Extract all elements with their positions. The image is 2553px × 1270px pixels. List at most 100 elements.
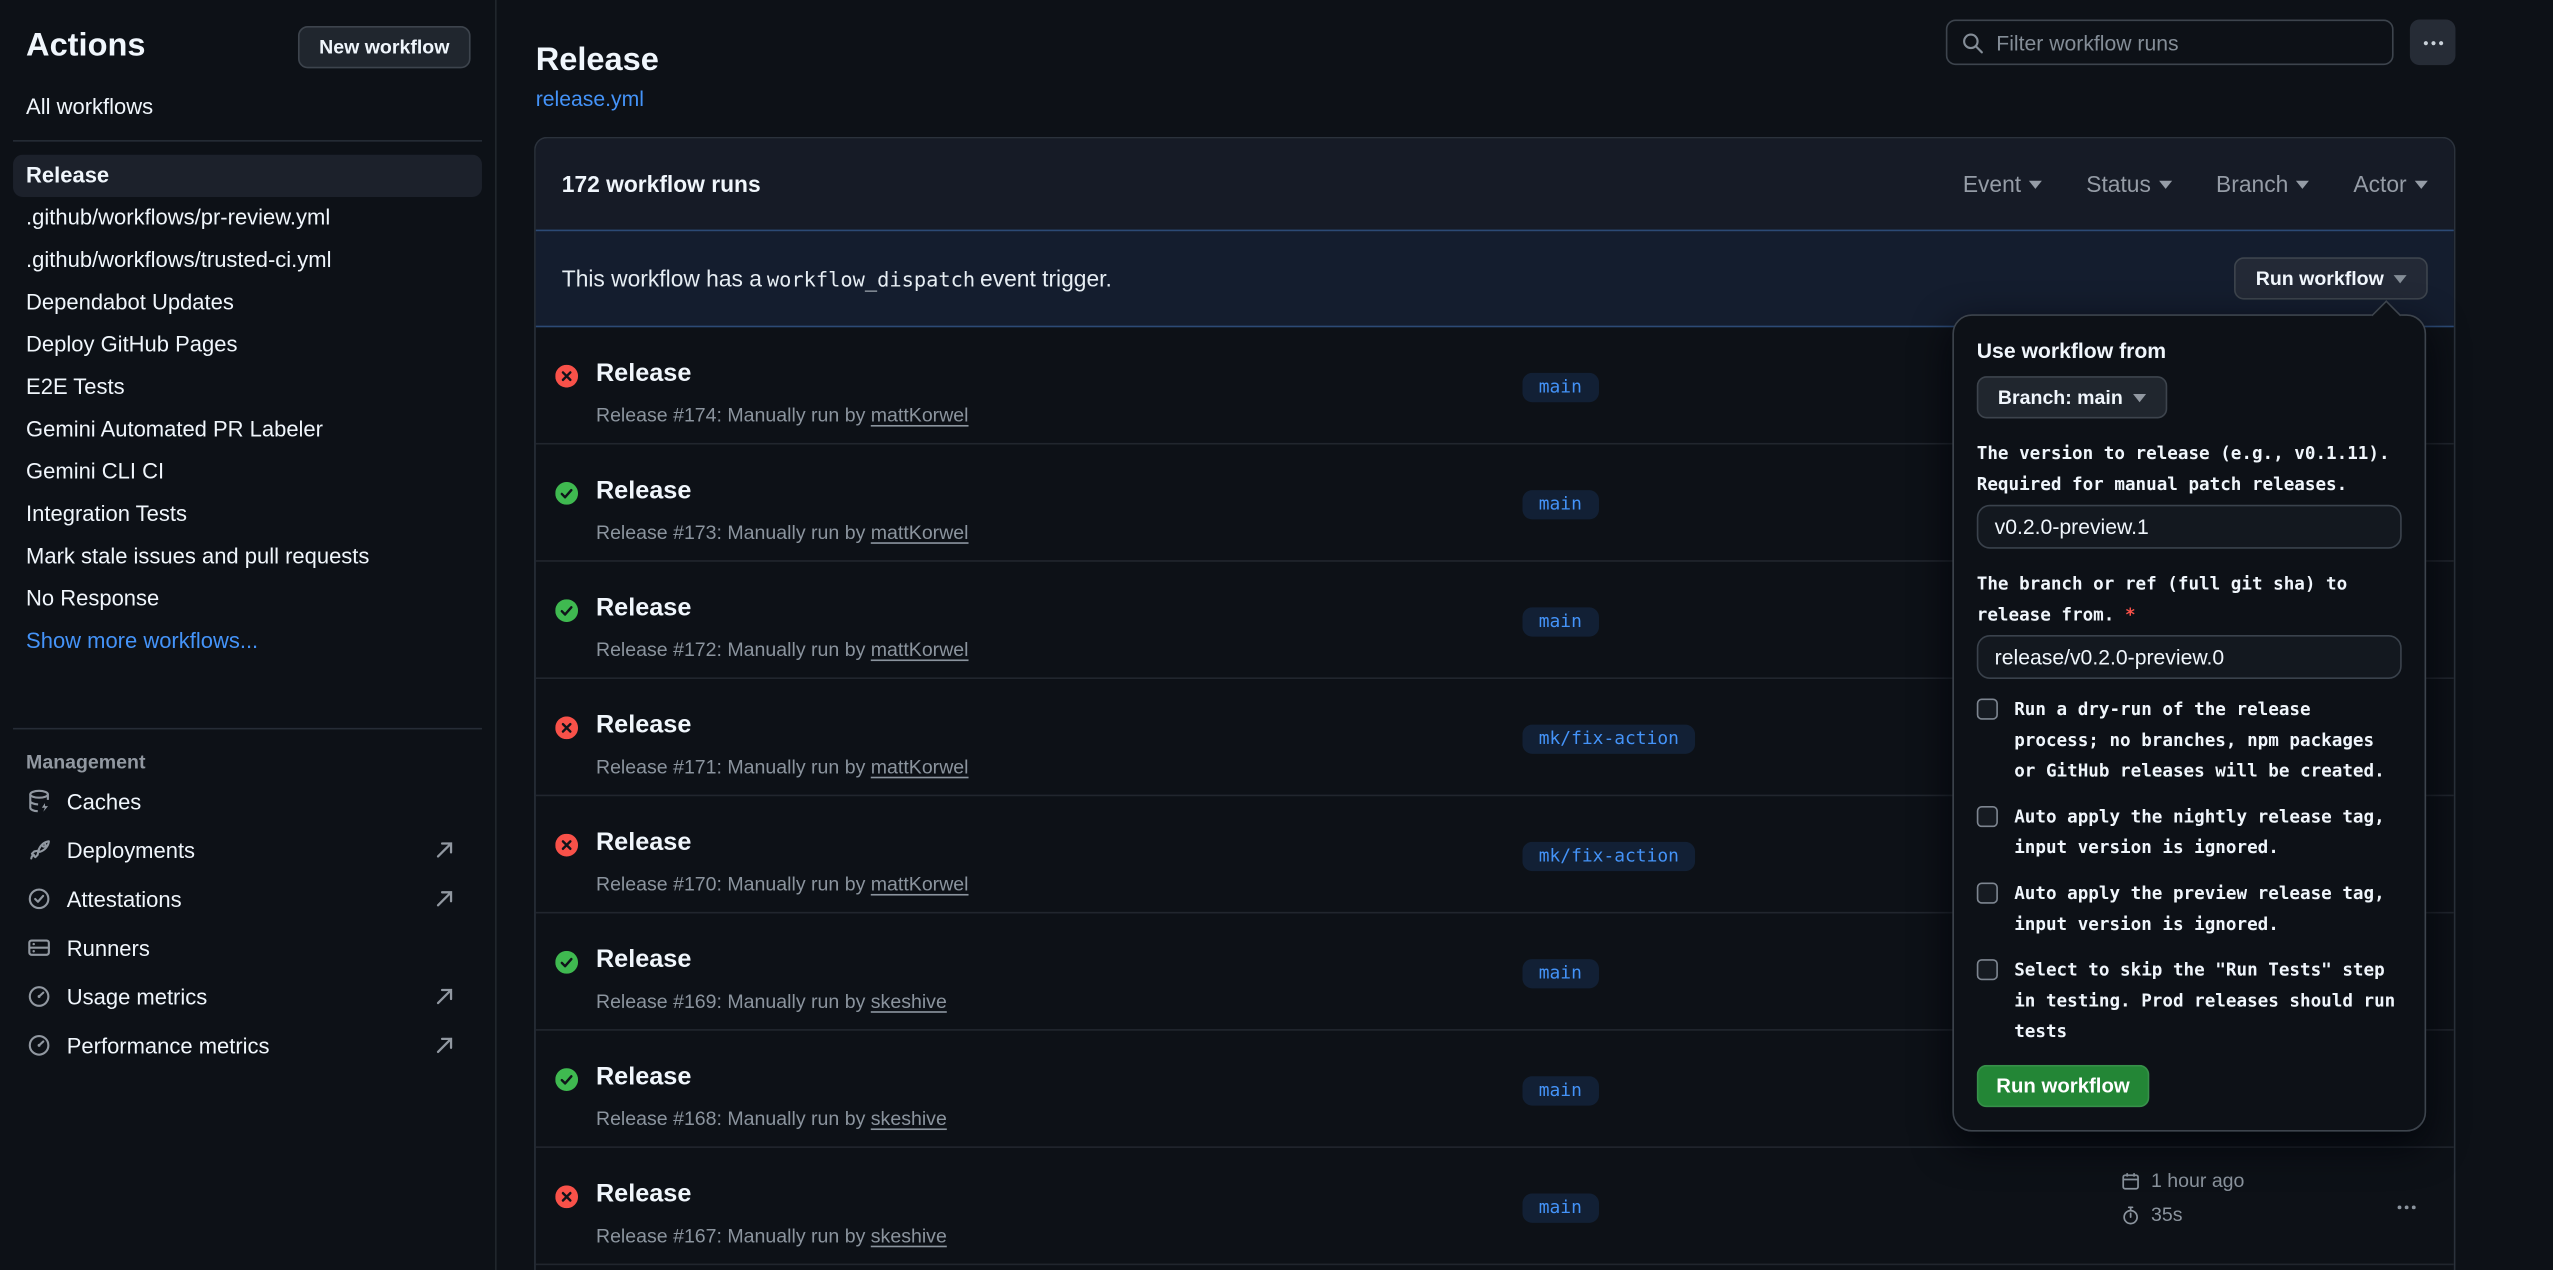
run-title-link[interactable]: Release (596, 477, 691, 506)
checkbox-row: Select to skip the "Run Tests" step in t… (1977, 954, 2402, 1047)
run-actor-link[interactable]: skeshive (871, 990, 947, 1013)
sidebar-item-all-workflows[interactable]: All workflows (26, 94, 469, 118)
filter-label: Branch (2216, 171, 2288, 197)
sidebar-workflow-item[interactable]: Release (13, 155, 482, 197)
run-duration: 35s (2120, 1203, 2244, 1226)
ref-input[interactable] (1977, 635, 2402, 679)
external-link-icon (431, 837, 457, 863)
search-input[interactable] (1947, 21, 2392, 63)
sidebar-workflow-item[interactable]: No Response (0, 578, 495, 620)
branch-pill[interactable]: mk/fix-action (1522, 725, 1695, 754)
sidebar-workflow-item[interactable]: Deploy GitHub Pages (0, 324, 495, 366)
sidebar-divider (13, 140, 482, 142)
sidebar-item-caches[interactable]: Caches (0, 777, 495, 826)
branch-pill[interactable]: main (1522, 1194, 1598, 1223)
rocket-icon (26, 837, 52, 863)
management-section-title: Management (26, 751, 469, 774)
run-description: Release #170: Manually run by mattKorwel (596, 873, 969, 896)
sidebar-workflow-item[interactable]: .github/workflows/trusted-ci.yml (0, 239, 495, 281)
workflow-name: .github/workflows/pr-review.yml (26, 205, 330, 229)
ref-field-label: The branch or ref (full git sha) to rele… (1977, 568, 2402, 630)
page-title: Actions (26, 28, 145, 65)
run-title-link[interactable]: Release (596, 712, 691, 741)
workflow-name: Mark stale issues and pull requests (26, 544, 369, 568)
run-actor-link[interactable]: mattKorwel (871, 521, 969, 544)
run-title-link[interactable]: Release (596, 946, 691, 975)
filter-dropdown-button[interactable]: Branch (2216, 171, 2309, 197)
sidebar-workflow-item[interactable]: Gemini CLI CI (0, 451, 495, 493)
show-more-workflows-link[interactable]: Show more workflows... (0, 620, 495, 661)
check-circle-fill-icon (555, 482, 578, 505)
branch-pill[interactable]: main (1522, 607, 1598, 636)
run-status-icon (555, 482, 578, 505)
sidebar-item-usage-metrics[interactable]: Usage metrics (0, 972, 495, 1021)
sidebar-item-label: Attestations (67, 887, 182, 911)
workflow-name: .github/workflows/trusted-ci.yml (26, 248, 331, 272)
checkbox-label: Select to skip the "Run Tests" step in t… (2014, 954, 2395, 1047)
chevron-down-icon (2415, 180, 2428, 188)
filter-runs-search (1946, 20, 2394, 66)
branch-pill[interactable]: main (1522, 959, 1598, 988)
run-workflow-dropdown-button[interactable]: Run workflow (2235, 257, 2428, 299)
run-actor-link[interactable]: mattKorwel (871, 638, 969, 661)
sidebar-workflow-item[interactable]: .github/workflows/pr-review.yml (0, 197, 495, 239)
chevron-down-icon (2133, 393, 2146, 401)
workflow-file-link[interactable]: release.yml (536, 86, 644, 110)
run-title-link[interactable]: Release (596, 829, 691, 858)
sidebar-item-runners[interactable]: Runners (0, 923, 495, 972)
run-actor-link[interactable]: skeshive (871, 1107, 947, 1130)
filter-dropdown-button[interactable]: Event (1963, 171, 2042, 197)
version-input[interactable] (1977, 505, 2402, 549)
sidebar-workflow-item[interactable]: Mark stale issues and pull requests (0, 536, 495, 578)
filter-dropdown-button[interactable]: Actor (2353, 171, 2427, 197)
filter-dropdown-button[interactable]: Status (2086, 171, 2172, 197)
checkbox-label: Run a dry-run of the release process; no… (2014, 694, 2384, 787)
run-title-link[interactable]: Release (596, 1063, 691, 1092)
external-link-icon (431, 1032, 457, 1058)
run-status-icon (555, 834, 578, 857)
branch-pill[interactable]: main (1522, 1076, 1598, 1105)
filter-label: Event (1963, 171, 2021, 197)
workflow-name: Gemini CLI CI (26, 459, 164, 483)
sidebar-workflow-item[interactable]: E2E Tests (0, 366, 495, 408)
page-kebab-menu-button[interactable] (2410, 20, 2456, 66)
sidebar-item-deployments[interactable]: Deployments (0, 826, 495, 875)
checkbox[interactable] (1977, 959, 1998, 980)
run-description: Release #174: Manually run by mattKorwel (596, 404, 969, 427)
sidebar-item-label: Usage metrics (67, 984, 207, 1008)
branch-select-button[interactable]: Branch: main (1977, 376, 2167, 418)
run-actor-link[interactable]: mattKorwel (871, 404, 969, 427)
sidebar-workflow-item[interactable]: Integration Tests (0, 493, 495, 535)
sidebar-item-performance-metrics[interactable]: Performance metrics (0, 1021, 495, 1070)
checkbox[interactable] (1977, 806, 1998, 827)
sidebar-divider (13, 728, 482, 730)
sidebar-item-attestations[interactable]: Attestations (0, 874, 495, 923)
workflow-name: Integration Tests (26, 502, 187, 526)
run-actor-link[interactable]: mattKorwel (871, 756, 969, 779)
filter-label: Status (2086, 171, 2151, 197)
branch-pill[interactable]: main (1522, 373, 1598, 402)
run-actor-link[interactable]: mattKorwel (871, 873, 969, 896)
checkbox[interactable] (1977, 883, 1998, 904)
branch-pill[interactable]: mk/fix-action (1522, 842, 1695, 871)
run-workflow-submit-button[interactable]: Run workflow (1977, 1065, 2150, 1107)
run-actor-link[interactable]: skeshive (871, 1224, 947, 1247)
actions-page: Actions New workflow All workflows Relea… (0, 0, 2553, 1270)
sidebar-workflow-item[interactable]: Dependabot Updates (0, 282, 495, 324)
run-title-link[interactable]: Release (596, 1181, 691, 1210)
runs-panel-header: 172 workflow runs Event Status Branch (536, 138, 2454, 229)
workflow-dispatch-banner: This workflow has a workflow_dispatch ev… (536, 230, 2454, 328)
chevron-down-icon (2296, 180, 2309, 188)
chevron-down-icon (2029, 180, 2042, 188)
branch-pill[interactable]: main (1522, 490, 1598, 519)
run-status-icon (555, 1185, 578, 1208)
checkbox[interactable] (1977, 699, 1998, 720)
run-title-link[interactable]: Release (596, 360, 691, 389)
new-workflow-button[interactable]: New workflow (298, 26, 471, 68)
run-kebab-menu-button[interactable] (2385, 1190, 2427, 1223)
run-description: Release #167: Manually run by skeshive (596, 1224, 947, 1247)
run-title-link[interactable]: Release (596, 594, 691, 623)
workflow-dispatch-code: workflow_dispatch (767, 266, 975, 290)
check-circle-fill-icon (555, 1068, 578, 1091)
sidebar-workflow-item[interactable]: Gemini Automated PR Labeler (0, 409, 495, 451)
